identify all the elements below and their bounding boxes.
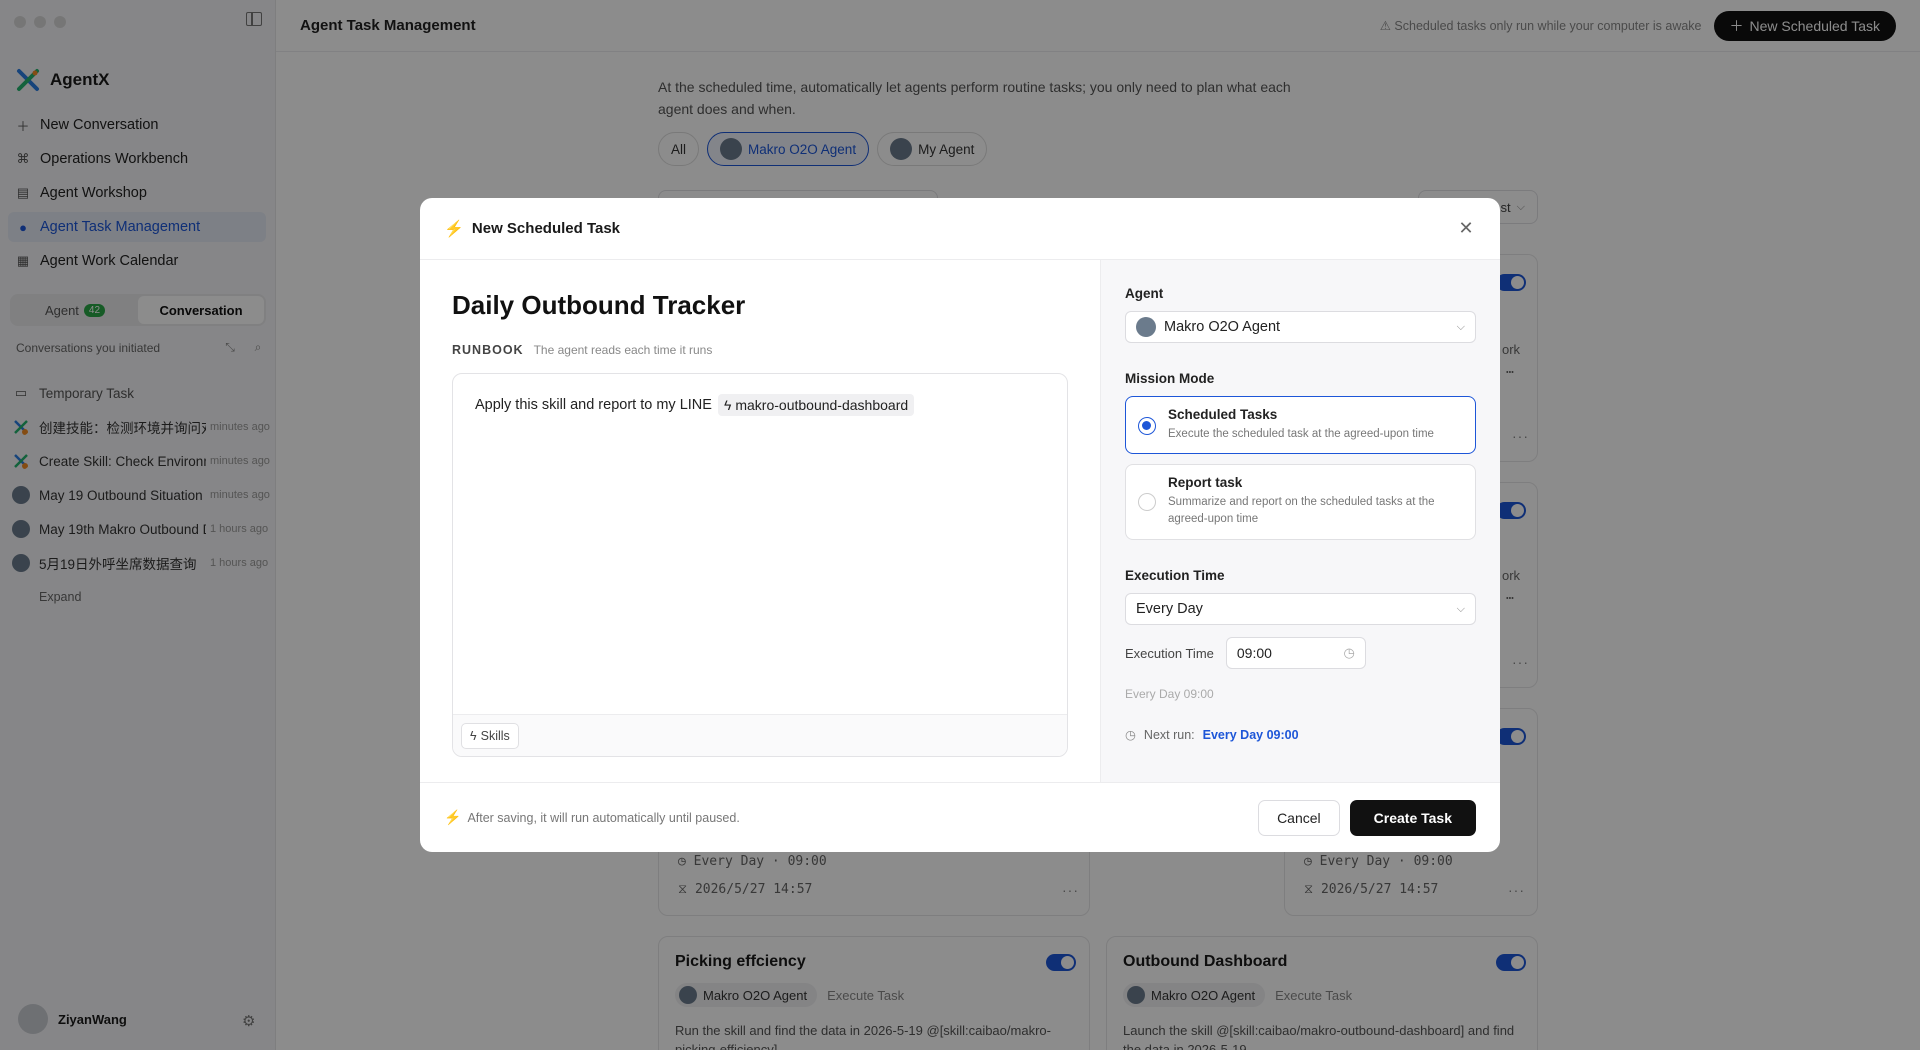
frequency-value: Every Day	[1136, 601, 1203, 617]
runbook-text: Apply this skill and report to my LINE	[475, 397, 712, 413]
agent-label: Agent	[1125, 286, 1164, 301]
time-label: Execution Time	[1125, 645, 1214, 661]
lightning-icon: ⚡	[444, 220, 464, 238]
radio-selected[interactable]	[1138, 417, 1156, 435]
next-run-value: Every Day 09:00	[1202, 727, 1299, 742]
editor-footer: ϟ Skills	[453, 714, 1067, 756]
runbook-content: Apply this skill and report to my LINE ϟ…	[475, 394, 915, 416]
clock-icon: ◷	[1343, 645, 1355, 660]
new-scheduled-task-dialog: ⚡ New Scheduled Task ✕ Daily Outbound Tr…	[420, 198, 1500, 852]
task-name-input[interactable]: Daily Outbound Tracker	[452, 290, 1068, 321]
dialog-title: New Scheduled Task	[471, 220, 621, 237]
next-run: ◷ Next run: Every Day 09:00	[1125, 727, 1476, 743]
dialog-left-pane: Daily Outbound Tracker RUNBOOK The agent…	[420, 260, 1100, 782]
mission-mode-label: Mission Mode	[1125, 371, 1215, 386]
chevron-down-icon: ⌵	[1456, 602, 1465, 615]
lightning-icon: ϟ	[723, 397, 732, 413]
time-value: 09:00	[1236, 645, 1272, 661]
skills-button[interactable]: ϟ Skills	[461, 722, 519, 749]
agent-select[interactable]: Makro O2O Agent ⌵	[1125, 311, 1476, 343]
dialog-footer: ⚡ After saving, it will run automaticall…	[420, 782, 1500, 852]
runbook-sublabel: The agent reads each time it runs	[533, 343, 713, 357]
skill-tag-label: makro-outbound-dashboard	[735, 397, 909, 413]
time-row: Execution Time 09:00 ◷	[1125, 637, 1476, 669]
runbook-editor[interactable]: Apply this skill and report to my LINE ϟ…	[452, 373, 1068, 757]
skill-tag[interactable]: ϟ makro-outbound-dashboard	[717, 394, 915, 416]
agent-select-value: Makro O2O Agent	[1164, 319, 1281, 335]
schedule-summary: Every Day 09:00	[1125, 687, 1214, 701]
dialog-right-pane: Agent Makro O2O Agent ⌵ Mission Mode Sch…	[1100, 260, 1500, 782]
frequency-select[interactable]: Every Day ⌵	[1125, 593, 1476, 625]
cancel-button[interactable]: Cancel	[1258, 799, 1340, 836]
mode-option-report[interactable]: Report task Summarize and report on the …	[1125, 464, 1476, 540]
chevron-down-icon: ⌵	[1456, 320, 1465, 333]
mode-option-scheduled[interactable]: Scheduled Tasks Execute the scheduled ta…	[1125, 396, 1476, 454]
mode-desc: Summarize and report on the scheduled ta…	[1168, 496, 1435, 525]
create-task-button[interactable]: Create Task	[1349, 799, 1476, 836]
close-icon[interactable]: ✕	[1456, 218, 1476, 239]
lightning-icon: ϟ	[470, 728, 477, 743]
mode-title: Scheduled Tasks	[1168, 407, 1278, 422]
runbook-label: RUNBOOK	[452, 343, 524, 357]
time-input[interactable]: 09:00 ◷	[1225, 637, 1366, 669]
mode-title: Report task	[1168, 475, 1243, 490]
execution-time-label: Execution Time	[1125, 568, 1225, 583]
skills-button-label: Skills	[480, 728, 510, 743]
mode-desc: Execute the scheduled task at the agreed…	[1168, 428, 1434, 440]
runbook-header: RUNBOOK The agent reads each time it run…	[452, 343, 1068, 357]
dialog-header: ⚡ New Scheduled Task ✕	[420, 198, 1500, 260]
radio-unselected[interactable]	[1138, 493, 1156, 511]
footer-note: After saving, it will run automatically …	[467, 810, 740, 825]
lightning-icon: ⚡	[444, 809, 462, 825]
avatar	[1136, 317, 1156, 337]
next-run-label: Next run:	[1143, 727, 1195, 742]
clock-icon: ◷	[1125, 728, 1136, 742]
